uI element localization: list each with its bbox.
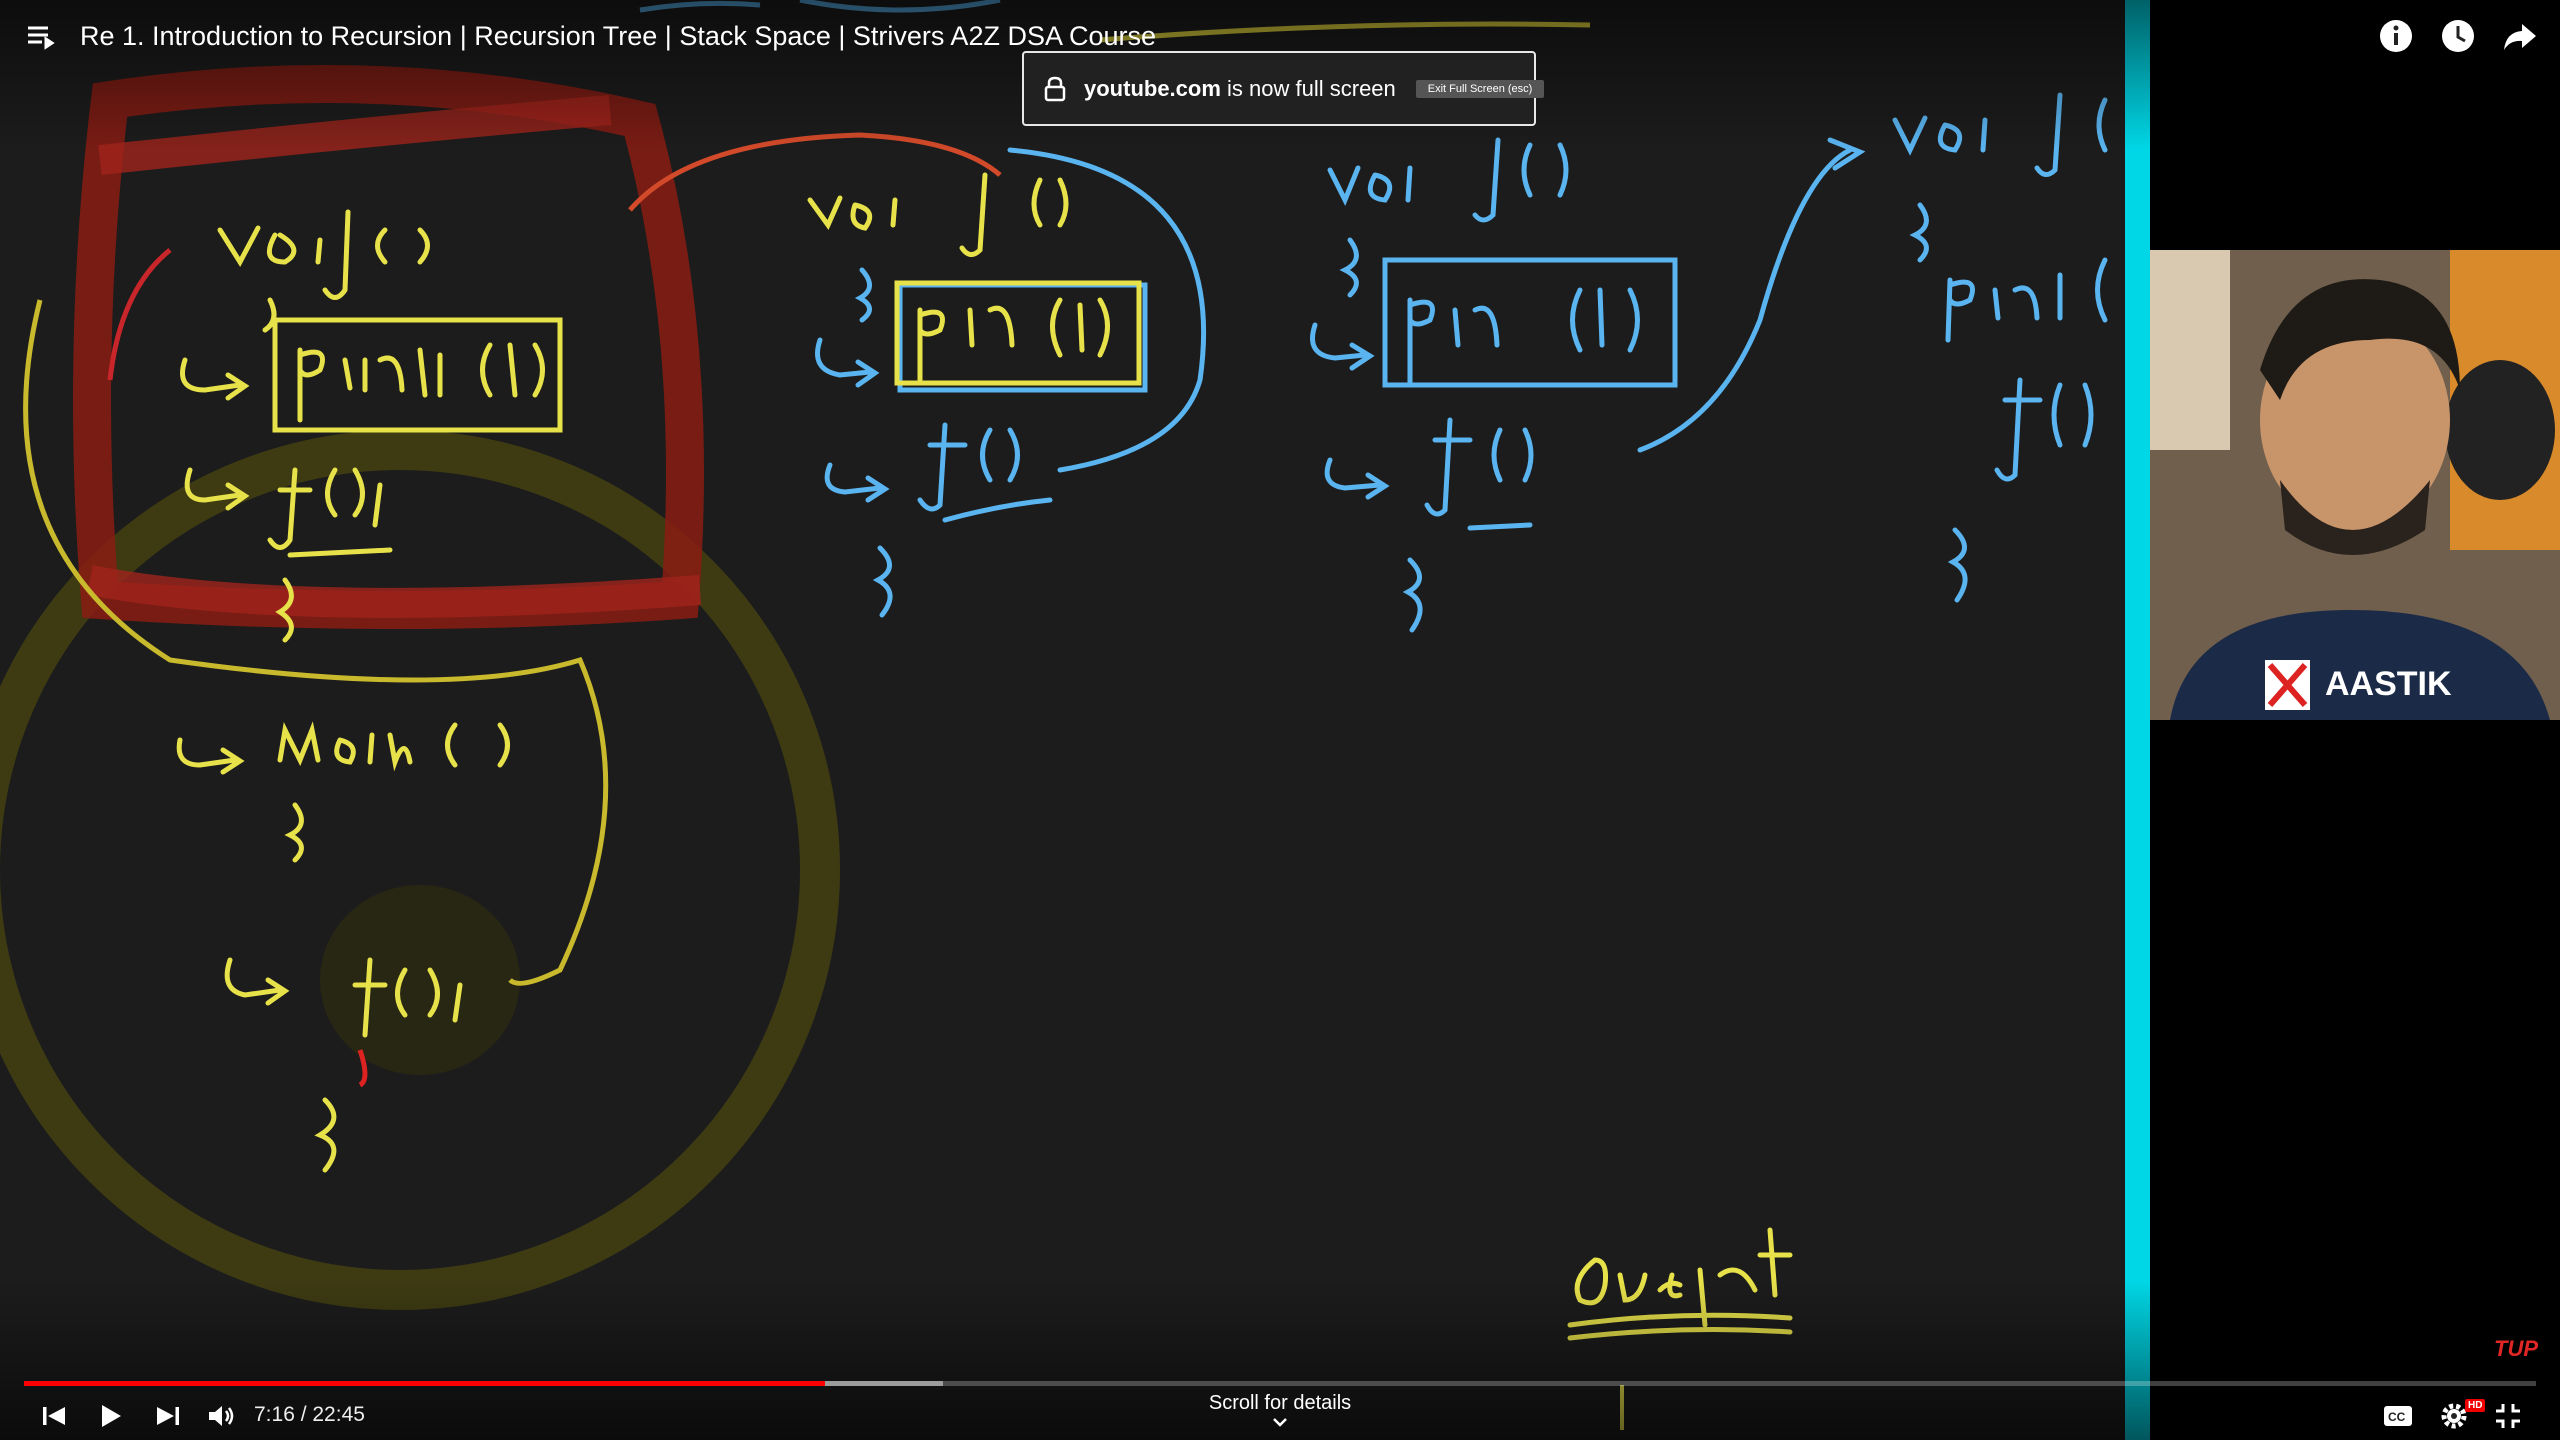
video-frame-dark-panel	[2150, 0, 2560, 1440]
playlist-menu-icon[interactable]	[24, 20, 56, 52]
hd-badge: HD	[2465, 1399, 2486, 1412]
lock-icon	[1044, 76, 1066, 102]
whiteboard-drawing	[0, 0, 2108, 1430]
info-icon[interactable]	[2376, 16, 2416, 56]
fullscreen-notification: youtube.com is now full screen Exit Full…	[1022, 51, 1545, 126]
exit-fullscreen-hint[interactable]: Exit Full Screen (esc)	[1415, 79, 1545, 98]
video-title[interactable]: Re 1. Introduction to Recursion | Recurs…	[80, 21, 1156, 52]
channel-watermark[interactable]: TUP	[2494, 1336, 2538, 1362]
progress-played	[24, 1381, 826, 1386]
frame-accent-bar	[2125, 0, 2150, 1440]
video-player[interactable]: AASTIK Re 1. Introduction to Recursion |…	[0, 0, 2560, 1440]
next-icon[interactable]	[150, 1398, 186, 1434]
fullscreen-message-text: is now full screen	[1227, 75, 1396, 101]
scroll-hint-label: Scroll for details	[1208, 1392, 1352, 1414]
captions-icon[interactable]: CC	[2380, 1398, 2416, 1434]
volume-icon[interactable]	[204, 1398, 240, 1434]
progress-bar[interactable]	[24, 1381, 2536, 1386]
video-frame-whiteboard	[0, 0, 2125, 1440]
clock-icon[interactable]	[2438, 16, 2478, 56]
svg-text:CC: CC	[2388, 1410, 2406, 1424]
title-bar: Re 1. Introduction to Recursion | Recurs…	[24, 14, 1156, 58]
play-icon[interactable]	[92, 1398, 128, 1434]
presenter-webcam: AASTIK	[2150, 250, 2560, 720]
top-right-actions	[2376, 16, 2540, 56]
share-icon[interactable]	[2500, 16, 2540, 56]
fullscreen-message: youtube.com is now full screen	[1084, 76, 1396, 102]
exit-fullscreen-icon[interactable]	[2490, 1398, 2526, 1434]
scroll-for-details[interactable]: Scroll for details	[1180, 1392, 1380, 1427]
chevron-down-icon	[1273, 1418, 1287, 1427]
shirt-text: AASTIK	[2325, 665, 2452, 703]
presenter-image: AASTIK	[2150, 250, 2560, 720]
previous-icon[interactable]	[36, 1398, 72, 1434]
time-display: 7:16 / 22:45	[254, 1403, 365, 1426]
fullscreen-domain: youtube.com	[1084, 75, 1221, 101]
